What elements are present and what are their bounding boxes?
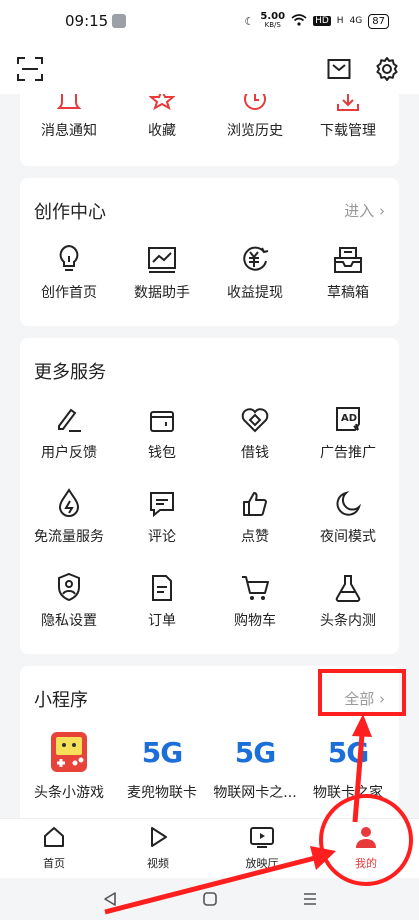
annotation-arrowhead-up [352, 714, 372, 737]
annotation-arrow-up [352, 721, 366, 823]
annotation-circle [319, 794, 413, 886]
annotation-box [318, 669, 406, 716]
annotation-overlay [104, 669, 413, 915]
annotation-arrow-right [104, 855, 316, 915]
